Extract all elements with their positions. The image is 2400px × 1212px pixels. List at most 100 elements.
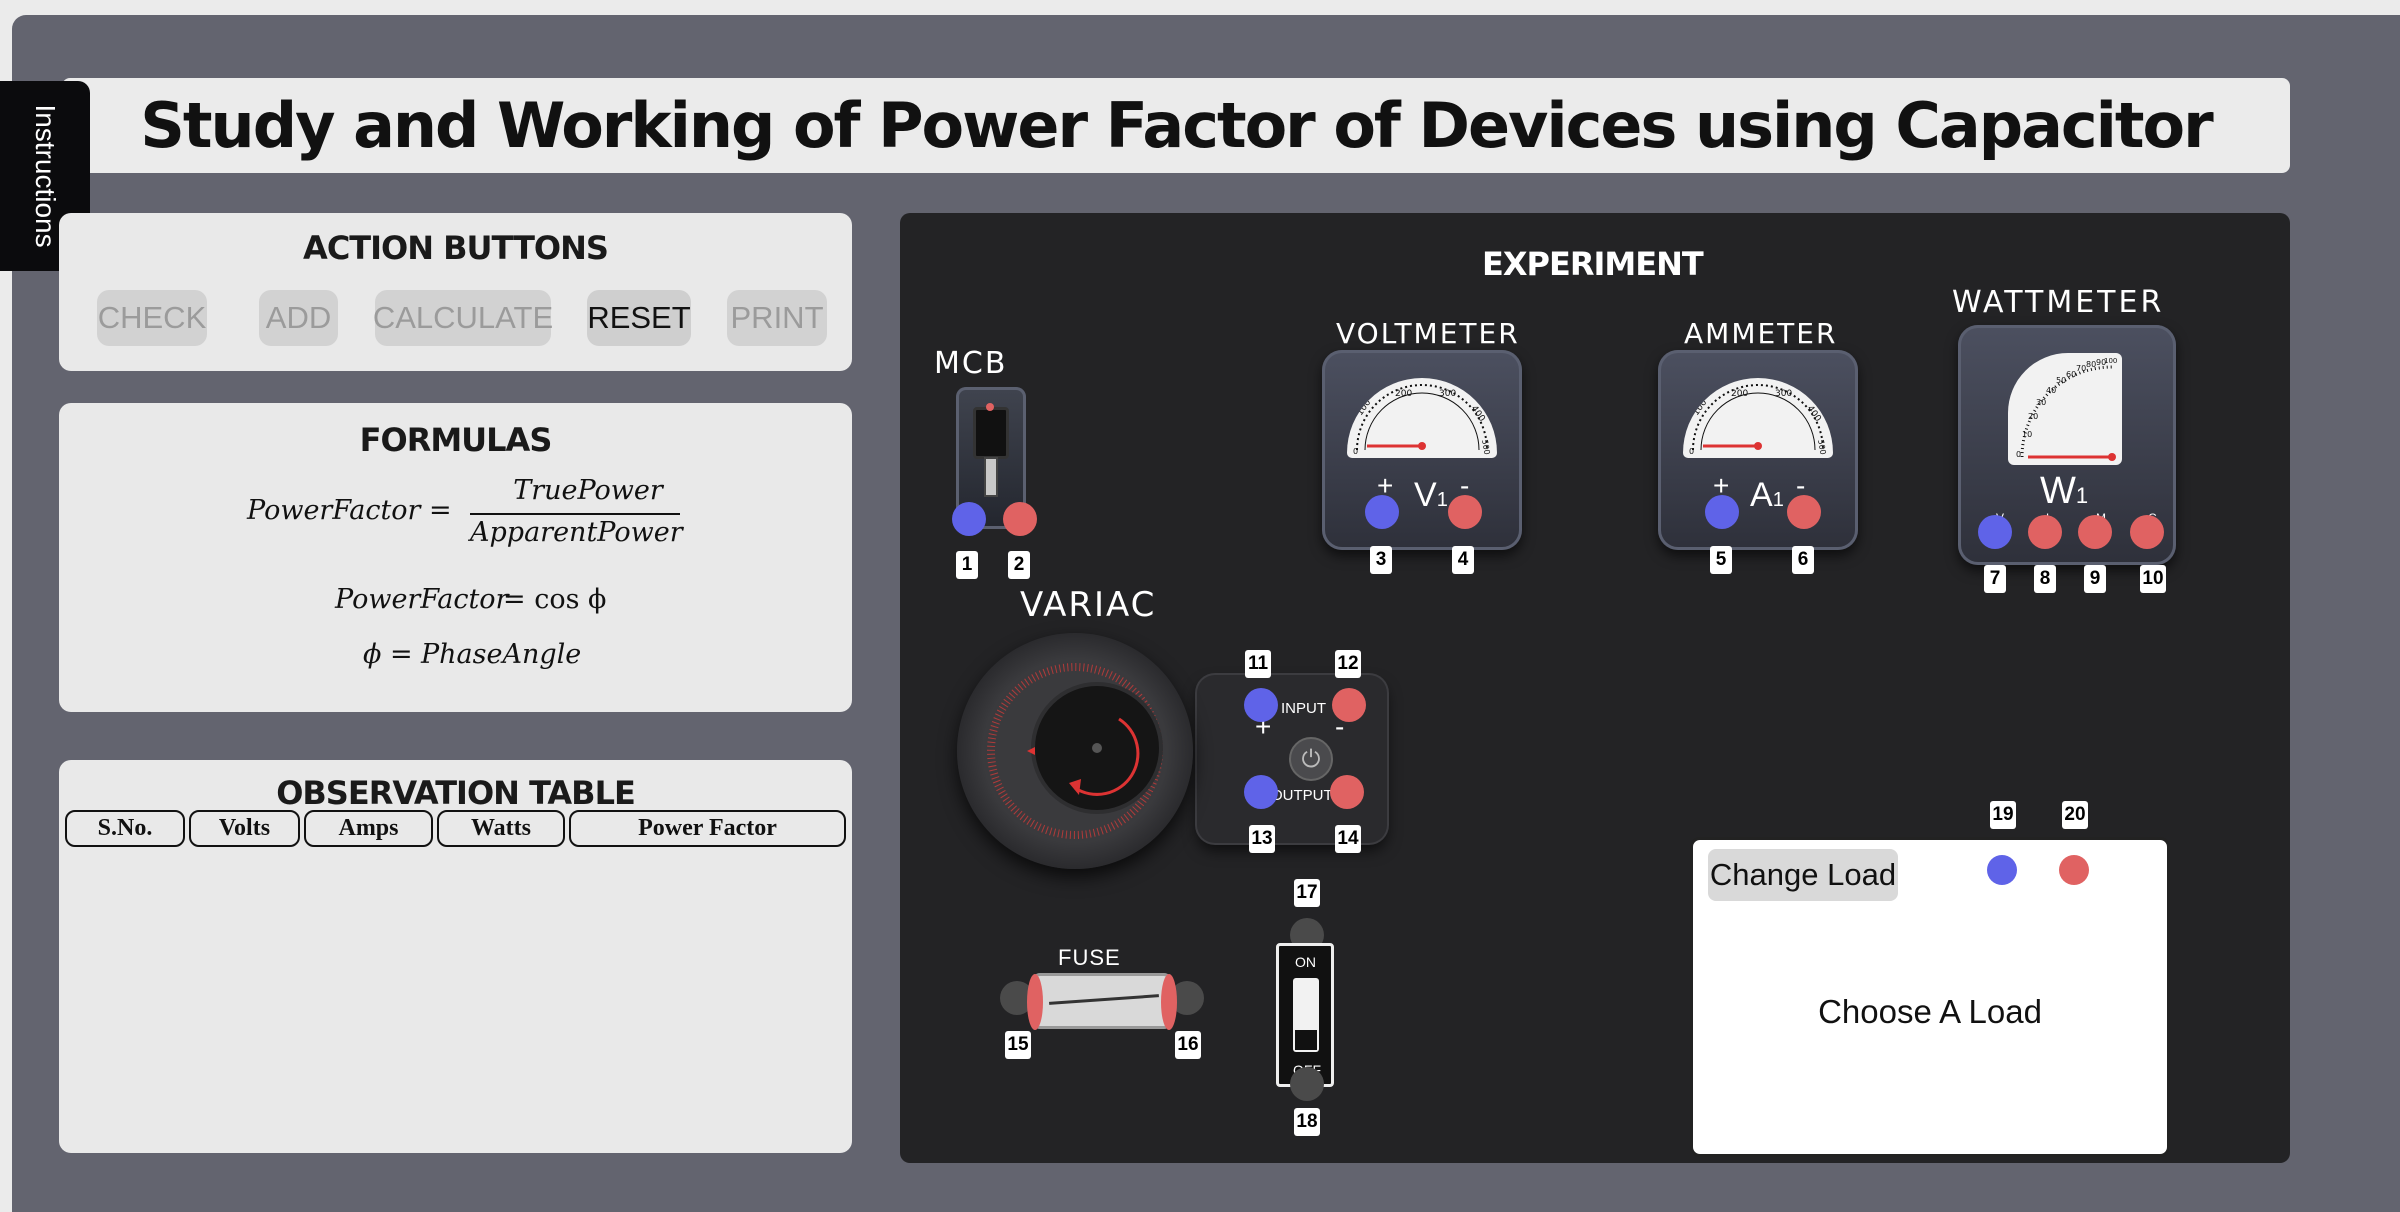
svg-text:100: 100 bbox=[1355, 398, 1373, 418]
variac-dial-ring bbox=[987, 663, 1163, 839]
fuse-cap-left bbox=[1027, 974, 1043, 1030]
ammeter-symbol-sub: 1 bbox=[1772, 489, 1784, 511]
svg-text:500: 500 bbox=[1480, 439, 1492, 456]
switch-on-label: ON bbox=[1295, 954, 1316, 970]
svg-text:500: 500 bbox=[1816, 439, 1828, 456]
voltmeter: 0 100 200 300 400 500 + V1 - bbox=[1322, 350, 1522, 550]
terminal-number-10: 10 bbox=[2140, 565, 2166, 593]
fuse-body bbox=[1027, 973, 1177, 1030]
svg-text:300: 300 bbox=[1775, 389, 1792, 399]
wattmeter-symbol-letter: W bbox=[2040, 470, 2076, 512]
terminal-5[interactable] bbox=[1705, 495, 1739, 529]
page-title: Study and Working of Power Factor of Dev… bbox=[140, 89, 2213, 162]
terminal-number-19: 19 bbox=[1990, 801, 2016, 829]
action-buttons-panel: ACTION BUTTONS CHECK ADD CALCULATE RESET… bbox=[59, 213, 852, 371]
switch-slot bbox=[1293, 978, 1319, 1052]
reset-button[interactable]: RESET bbox=[587, 290, 691, 346]
terminal-20[interactable] bbox=[2059, 855, 2089, 885]
column-header-sno: S.No. bbox=[65, 810, 185, 847]
variac-input-label: INPUT bbox=[1281, 700, 1326, 717]
mcb-switch-window bbox=[973, 407, 1009, 459]
formula2-lhs: PowerFactor bbox=[335, 584, 509, 615]
wattmeter-scale: 0 10 20 30 40 50 60 70 80 90 100 bbox=[2016, 357, 2117, 461]
terminal-3[interactable] bbox=[1365, 495, 1399, 529]
check-button[interactable]: CHECK bbox=[97, 290, 207, 346]
column-header-volts: Volts bbox=[189, 810, 300, 847]
variac-output-label: OUTPUT bbox=[1271, 787, 1333, 804]
formula1-denominator: ApparentPower bbox=[470, 517, 683, 548]
wattmeter-label: WATTMETER bbox=[1952, 285, 2165, 320]
ammeter-symbol-letter: A bbox=[1750, 476, 1773, 514]
svg-text:40: 40 bbox=[2046, 386, 2056, 395]
formulas-title: FORMULAS bbox=[359, 421, 553, 459]
terminal-number-20: 20 bbox=[2062, 801, 2088, 829]
terminal-13[interactable] bbox=[1244, 775, 1278, 809]
terminal-8[interactable] bbox=[2028, 515, 2062, 549]
formulas-panel: FORMULAS PowerFactor = TruePower Apparen… bbox=[59, 403, 852, 712]
svg-text:30: 30 bbox=[2036, 398, 2046, 407]
change-load-button[interactable]: Change Load bbox=[1708, 849, 1898, 901]
formula3-rhs: PhaseAngle bbox=[421, 639, 582, 670]
ammeter-dial: 0 100 200 300 400 500 bbox=[1683, 378, 1833, 458]
column-header-power-factor: Power Factor bbox=[569, 810, 846, 847]
terminal-2[interactable] bbox=[1003, 502, 1037, 536]
terminal-number-15: 15 bbox=[1005, 1031, 1031, 1059]
terminal-number-6: 6 bbox=[1792, 546, 1814, 574]
ammeter-scale: 0 100 200 300 400 500 bbox=[1689, 384, 1828, 456]
experiment-title: EXPERIMENT bbox=[1482, 245, 1704, 283]
terminal-number-2: 2 bbox=[1008, 551, 1030, 579]
terminal-number-4: 4 bbox=[1452, 546, 1474, 574]
variac-power-icon[interactable]: ⏻ bbox=[1289, 737, 1333, 781]
terminal-number-7: 7 bbox=[1984, 565, 2006, 593]
on-off-switch[interactable]: ON OFF bbox=[1276, 943, 1334, 1087]
formula1-numerator: TruePower bbox=[513, 475, 663, 506]
ammeter-label: AMMETER bbox=[1684, 317, 1838, 350]
instructions-label: Instructions bbox=[30, 104, 61, 248]
terminal-4[interactable] bbox=[1448, 495, 1482, 529]
switch-lever bbox=[1295, 1030, 1317, 1050]
voltmeter-label: VOLTMETER bbox=[1336, 317, 1520, 350]
terminal-12[interactable] bbox=[1332, 688, 1366, 722]
title-bar: Study and Working of Power Factor of Dev… bbox=[62, 78, 2290, 173]
wattmeter-dial: 0 10 20 30 40 50 60 70 80 90 100 bbox=[2008, 353, 2122, 465]
terminal-19[interactable] bbox=[1987, 855, 2017, 885]
svg-text:0: 0 bbox=[2016, 450, 2021, 459]
terminal-1[interactable] bbox=[952, 502, 986, 536]
terminal-6[interactable] bbox=[1787, 495, 1821, 529]
app-stage: Study and Working of Power Factor of Dev… bbox=[0, 15, 2400, 1212]
fraction-bar bbox=[470, 513, 680, 515]
voltmeter-symbol: V1 bbox=[1414, 476, 1448, 515]
svg-text:70: 70 bbox=[2076, 364, 2086, 373]
fuse-label: FUSE bbox=[1058, 945, 1121, 970]
terminal-number-18: 18 bbox=[1294, 1108, 1320, 1136]
svg-text:80: 80 bbox=[2086, 360, 2096, 369]
mcb-label: MCB bbox=[934, 346, 1008, 381]
calculate-button[interactable]: CALCULATE bbox=[373, 290, 553, 346]
terminal-number-16: 16 bbox=[1175, 1031, 1201, 1059]
terminal-18[interactable] bbox=[1290, 1067, 1324, 1101]
fuse-wire bbox=[1049, 994, 1159, 1005]
svg-text:0: 0 bbox=[1689, 447, 1694, 456]
terminal-10[interactable] bbox=[2130, 515, 2164, 549]
variac-label: VARIAC bbox=[1020, 585, 1157, 625]
formula3-lhs: ϕ = bbox=[363, 639, 413, 670]
terminal-9[interactable] bbox=[2078, 515, 2112, 549]
print-button[interactable]: PRINT bbox=[727, 290, 827, 346]
svg-text:0: 0 bbox=[1353, 447, 1358, 456]
voltmeter-symbol-letter: V bbox=[1414, 476, 1437, 514]
terminal-number-9: 9 bbox=[2084, 565, 2106, 593]
voltmeter-scale: 0 100 200 300 400 500 bbox=[1353, 384, 1492, 456]
terminal-11[interactable] bbox=[1244, 688, 1278, 722]
terminal-14[interactable] bbox=[1330, 775, 1364, 809]
wattmeter-symbol: W1 bbox=[2040, 470, 2088, 513]
column-header-watts: Watts bbox=[437, 810, 565, 847]
terminal-number-3: 3 bbox=[1370, 546, 1392, 574]
ammeter: 0 100 200 300 400 500 + A1 - bbox=[1658, 350, 1858, 550]
svg-text:60: 60 bbox=[2066, 370, 2076, 379]
svg-text:10: 10 bbox=[2022, 430, 2032, 439]
add-button[interactable]: ADD bbox=[259, 290, 338, 346]
terminal-7[interactable] bbox=[1978, 515, 2012, 549]
observation-title: OBSERVATION TABLE bbox=[276, 774, 636, 812]
mcb-toggle[interactable] bbox=[984, 457, 998, 497]
ammeter-symbol: A1 bbox=[1750, 476, 1784, 515]
